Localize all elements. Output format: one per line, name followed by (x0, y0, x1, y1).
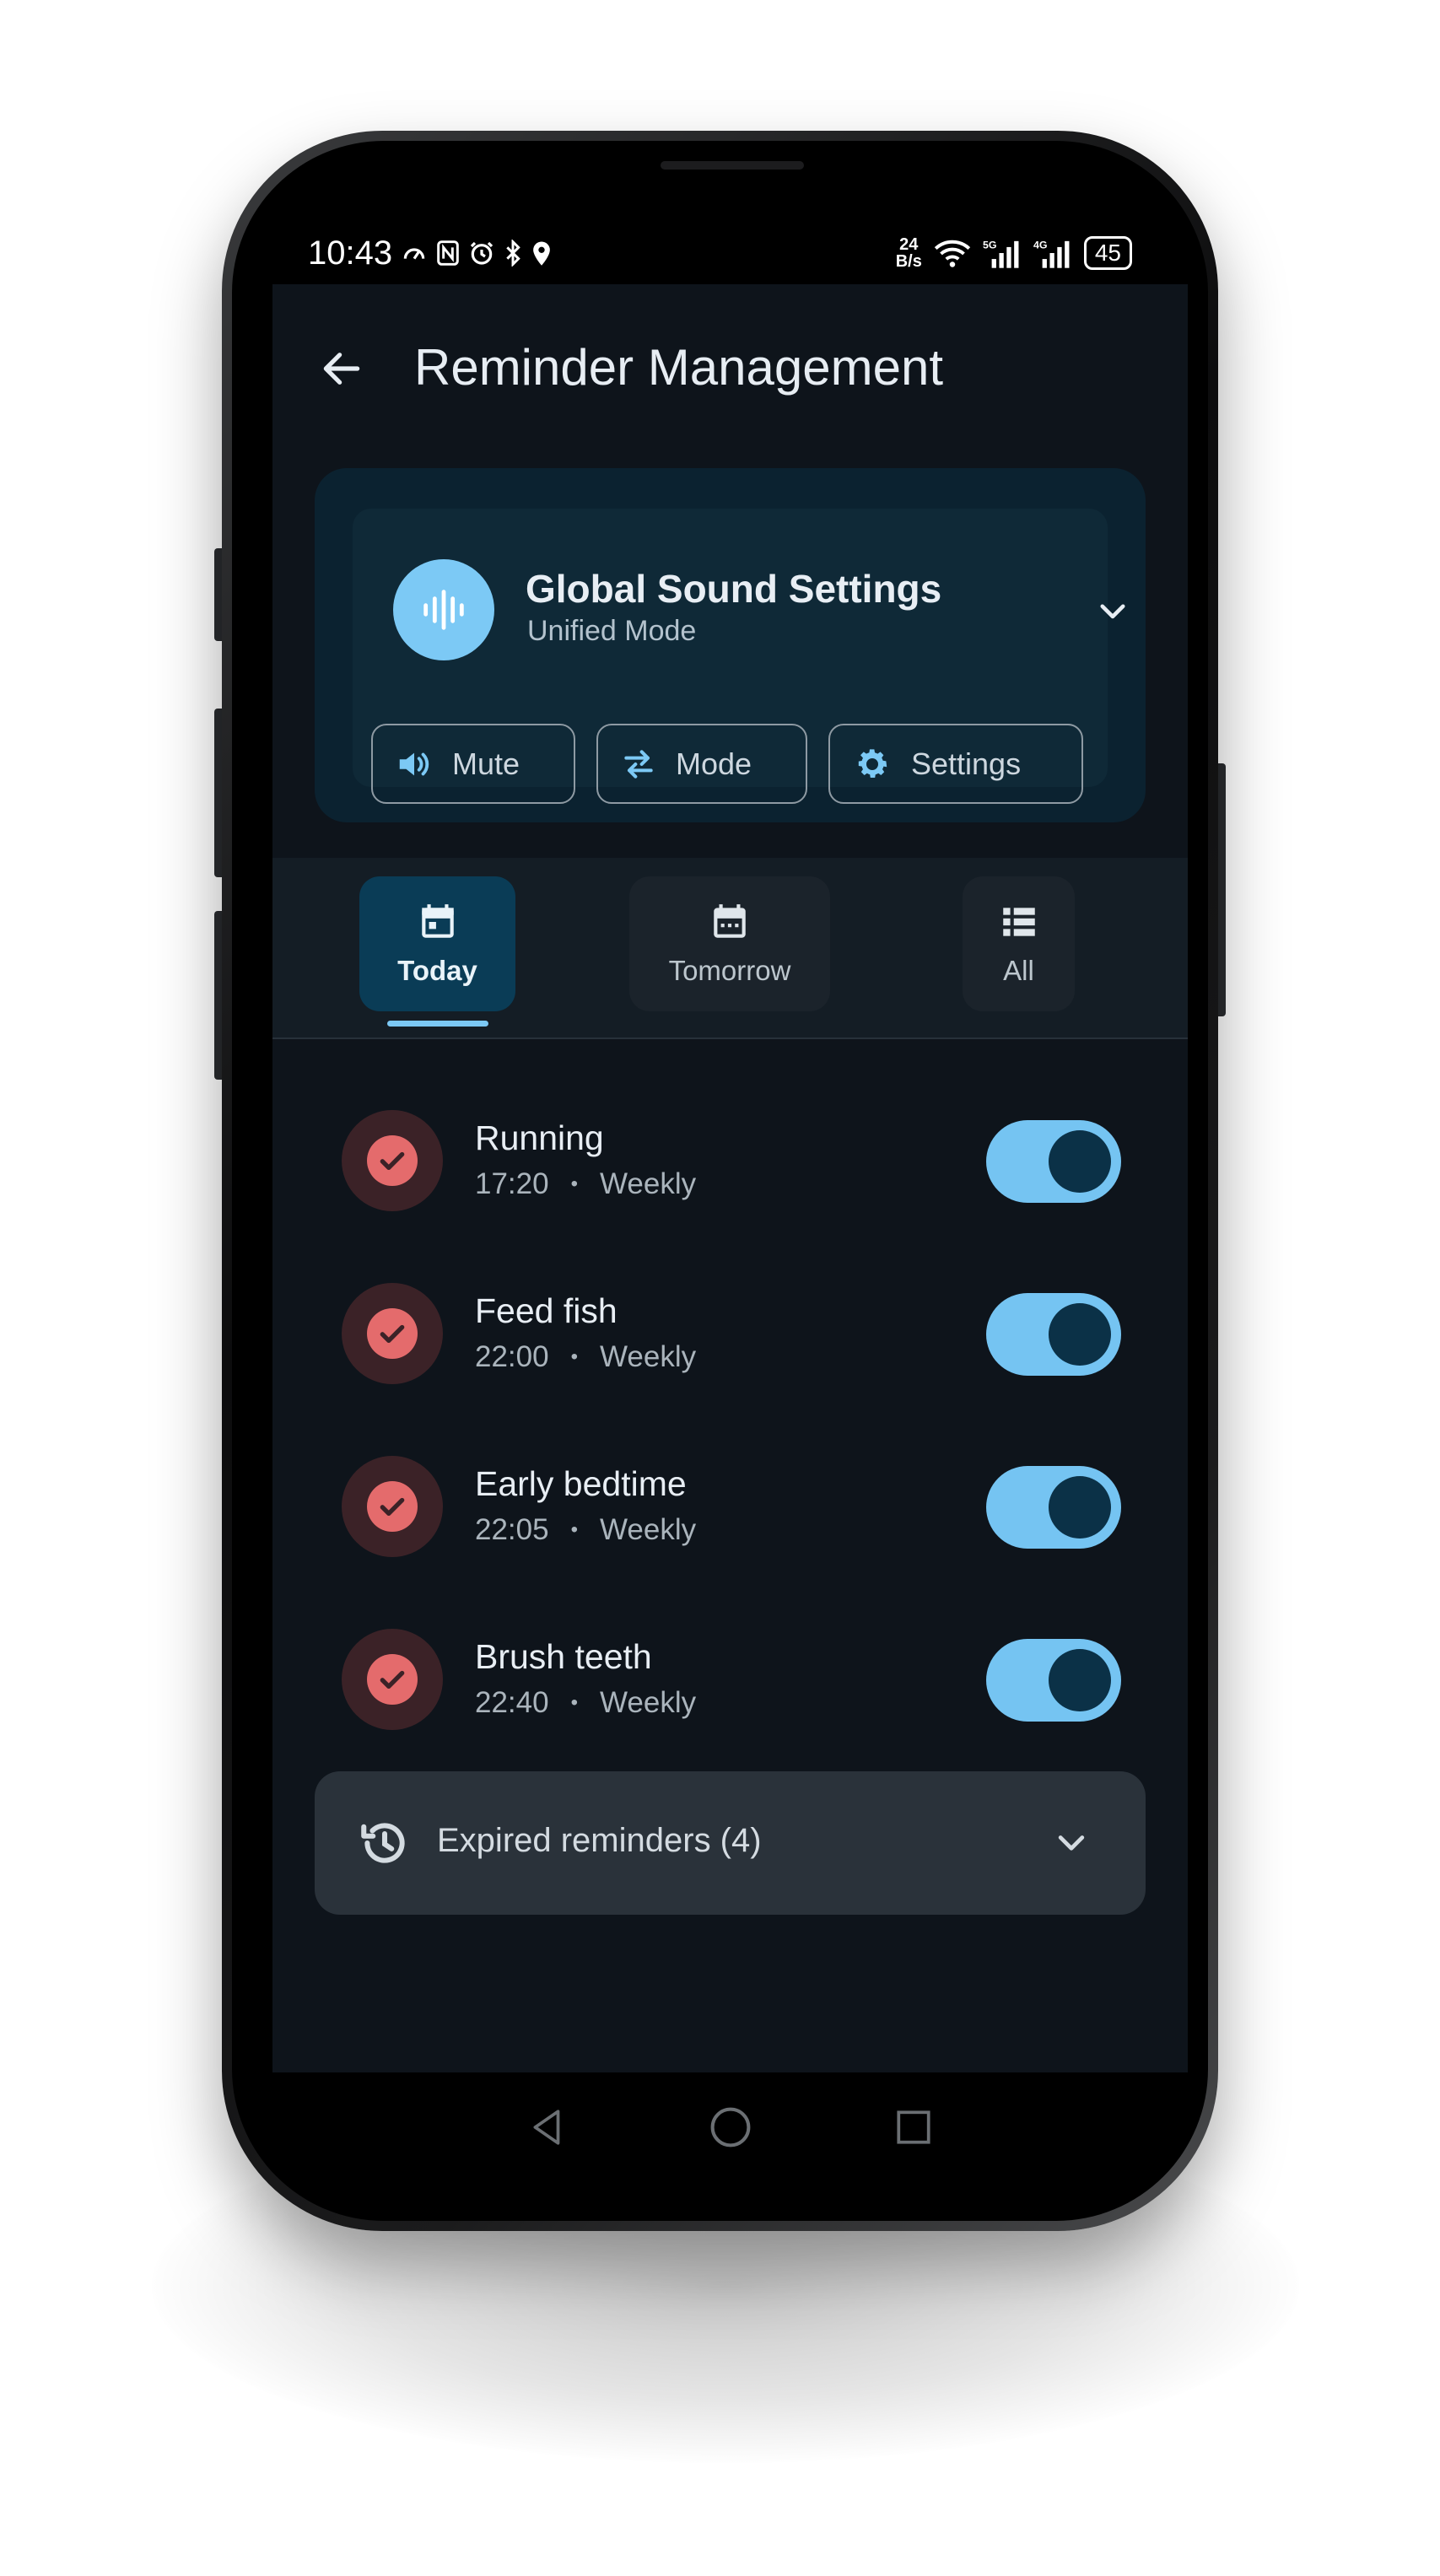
reminder-name: Brush teeth (475, 1637, 652, 1676)
reminder-name: Running (475, 1118, 604, 1157)
nfc-icon (437, 240, 459, 266)
active-tab-indicator (387, 1021, 488, 1027)
status-time: 10:43 (308, 234, 393, 272)
sound-wave-icon (423, 590, 464, 630)
svg-text:5G: 5G (983, 240, 997, 251)
mute-button-label: Mute (452, 746, 520, 781)
expired-reminders-toggle[interactable]: Expired reminders (4) (315, 1771, 1146, 1915)
arrow-left-icon (323, 353, 360, 385)
check-icon (380, 1151, 405, 1170)
reminder-time: 17:20 (475, 1167, 549, 1200)
check-icon (380, 1324, 405, 1343)
nav-home-icon[interactable] (708, 2104, 753, 2150)
reminder-repeat: Weekly (600, 1340, 697, 1373)
reminder-meta: 22:05 • Weekly (475, 1513, 697, 1546)
reminder-meta: 17:20 • Weekly (475, 1167, 697, 1200)
reminder-row[interactable]: Running 17:20 • Weekly (272, 1073, 1188, 1246)
volume-icon (399, 752, 429, 775)
global-sound-card: Global Sound Settings Unified Mode Mute … (315, 468, 1146, 822)
reminder-name: Early bedtime (475, 1464, 687, 1503)
swap-icon (624, 749, 653, 779)
nav-recents-icon[interactable] (893, 2106, 935, 2148)
nav-back-icon[interactable] (526, 2106, 569, 2148)
tab-today-label: Today (397, 955, 477, 986)
reminder-status (342, 1110, 443, 1211)
reminder-toggle[interactable] (986, 1293, 1121, 1376)
reminder-row[interactable]: Feed fish 22:00 • Weekly (272, 1246, 1188, 1419)
check-icon (380, 1497, 405, 1516)
mute-button[interactable]: Mute (371, 724, 575, 804)
calendar-icon (714, 904, 746, 938)
reminder-row[interactable]: Brush teeth 22:40 • Weekly (272, 1592, 1188, 1765)
location-icon (533, 241, 550, 266)
reminder-meta: 22:00 • Weekly (475, 1340, 697, 1373)
speedometer-icon (403, 248, 425, 260)
reminder-toggle[interactable] (986, 1466, 1121, 1549)
chevron-down-icon (1058, 1835, 1085, 1851)
phone-bezel: 10:43 24 B/s 5G 4G 45 Reminder Managemen… (232, 141, 1208, 2221)
sound-wave-avatar (393, 559, 494, 660)
network-rate: 24 B/s (895, 235, 922, 271)
reminder-toggle[interactable] (986, 1120, 1121, 1203)
tab-tomorrow[interactable]: Tomorrow (629, 876, 830, 1011)
mode-button[interactable]: Mode (596, 724, 807, 804)
reminder-row[interactable]: Early bedtime 22:05 • Weekly (272, 1419, 1188, 1592)
gear-icon (858, 748, 887, 778)
reminder-repeat: Weekly (600, 1686, 697, 1719)
expired-reminders-label: Expired reminders (4) (437, 1822, 762, 1859)
tab-all-label: All (1003, 955, 1034, 986)
system-nav-bar (272, 2072, 1188, 2182)
signal-4g-icon: 4G (1033, 240, 1070, 268)
app-screen: Reminder Management Global Sound Setting… (272, 284, 1188, 2072)
status-bar: 10:43 24 B/s 5G 4G 45 (308, 215, 1132, 291)
sound-mode-subtitle: Unified Mode (527, 615, 697, 647)
alarm-icon (470, 241, 493, 265)
back-button[interactable] (316, 343, 367, 394)
reminder-time: 22:05 (475, 1513, 549, 1546)
sound-settings-title: Global Sound Settings (526, 567, 942, 611)
battery-indicator: 45 (1083, 236, 1132, 270)
chevron-down-icon[interactable] (1095, 593, 1130, 628)
signal-5g-icon: 5G (983, 240, 1019, 268)
bluetooth-icon (506, 240, 520, 267)
reminder-repeat: Weekly (600, 1167, 697, 1200)
reminder-time: 22:40 (475, 1686, 549, 1719)
svg-text:4G: 4G (1033, 240, 1048, 251)
settings-button[interactable]: Settings (828, 724, 1083, 804)
reminder-status (342, 1283, 443, 1384)
reminder-repeat: Weekly (600, 1513, 697, 1546)
settings-button-label: Settings (911, 746, 1022, 781)
reminder-meta: 22:40 • Weekly (475, 1686, 697, 1719)
page-title: Reminder Management (414, 339, 943, 396)
list-icon (1002, 908, 1035, 936)
reminder-name: Feed fish (475, 1291, 618, 1330)
global-sound-card-inner: Global Sound Settings Unified Mode Mute … (353, 509, 1125, 804)
calendar-today-icon (421, 904, 454, 938)
reminder-time: 22:00 (475, 1340, 549, 1373)
earpiece (661, 161, 804, 170)
check-icon (380, 1670, 405, 1689)
tab-tomorrow-label: Tomorrow (668, 955, 791, 986)
history-icon (361, 1823, 405, 1863)
day-tabs: Today Tomorrow All (272, 858, 1188, 1039)
phone-frame: 10:43 24 B/s 5G 4G 45 Reminder Managemen… (222, 131, 1218, 2231)
reminder-toggle[interactable] (986, 1639, 1121, 1722)
app-bar: Reminder Management (272, 284, 1188, 453)
tab-today[interactable]: Today (359, 876, 515, 1011)
reminder-status (342, 1456, 443, 1557)
tab-all[interactable]: All (963, 876, 1075, 1011)
wifi-icon (934, 240, 971, 267)
reminder-status (342, 1629, 443, 1730)
mode-button-label: Mode (676, 746, 752, 781)
